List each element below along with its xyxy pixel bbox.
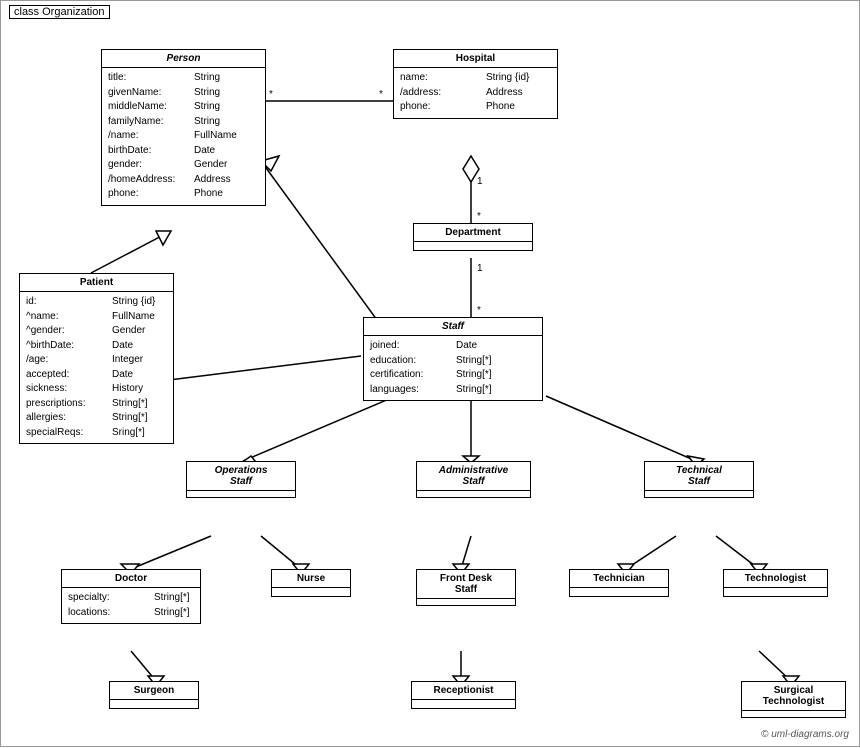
class-technologist-title: Technologist	[724, 570, 827, 588]
class-technical-staff-title: TechnicalStaff	[645, 462, 753, 491]
class-department: Department	[413, 223, 533, 251]
copyright: © uml-diagrams.org	[761, 729, 849, 740]
class-hospital-body: name:String {id} /address:Address phone:…	[394, 68, 557, 118]
class-department-title: Department	[414, 224, 532, 242]
class-receptionist-body	[412, 700, 515, 708]
class-staff-body: joined:Date education:String[*] certific…	[364, 336, 542, 400]
svg-text:1: 1	[477, 176, 483, 187]
class-nurse: Nurse	[271, 569, 351, 597]
class-surgical-technologist-title: SurgicalTechnologist	[742, 682, 845, 711]
class-technologist: Technologist	[723, 569, 828, 597]
class-person-title: Person	[102, 50, 265, 68]
class-front-desk-staff-body	[417, 599, 515, 605]
class-receptionist-title: Receptionist	[412, 682, 515, 700]
class-operations-staff: OperationsStaff	[186, 461, 296, 498]
class-department-body	[414, 242, 532, 250]
class-operations-staff-title: OperationsStaff	[187, 462, 295, 491]
class-staff: Staff joined:Date education:String[*] ce…	[363, 317, 543, 401]
class-operations-staff-body	[187, 491, 295, 497]
class-technologist-body	[724, 588, 827, 596]
svg-text:*: *	[379, 89, 383, 100]
class-administrative-staff-title: AdministrativeStaff	[417, 462, 530, 491]
class-technical-staff: TechnicalStaff	[644, 461, 754, 498]
class-hospital-title: Hospital	[394, 50, 557, 68]
class-person: Person title:String givenName:String mid…	[101, 49, 266, 206]
class-person-body: title:String givenName:String middleName…	[102, 68, 265, 205]
svg-text:*: *	[477, 211, 481, 222]
class-administrative-staff: AdministrativeStaff	[416, 461, 531, 498]
svg-text:*: *	[269, 89, 273, 100]
class-patient: Patient id:String {id} ^name:FullName ^g…	[19, 273, 174, 444]
class-staff-title: Staff	[364, 318, 542, 336]
class-doctor-body: specialty:String[*] locations:String[*]	[62, 588, 200, 623]
class-hospital: Hospital name:String {id} /address:Addre…	[393, 49, 558, 119]
class-front-desk-staff-title: Front DeskStaff	[417, 570, 515, 599]
class-technician-body	[570, 588, 668, 596]
diagram-container: class Organization * * 1 * 1 * * *	[0, 0, 860, 747]
class-surgeon: Surgeon	[109, 681, 199, 709]
class-doctor: Doctor specialty:String[*] locations:Str…	[61, 569, 201, 624]
class-patient-title: Patient	[20, 274, 173, 292]
svg-text:*: *	[477, 305, 481, 316]
class-surgical-technologist: SurgicalTechnologist	[741, 681, 846, 718]
class-front-desk-staff: Front DeskStaff	[416, 569, 516, 606]
class-technical-staff-body	[645, 491, 753, 497]
diagram-title: class Organization	[9, 5, 110, 19]
class-nurse-title: Nurse	[272, 570, 350, 588]
class-surgical-technologist-body	[742, 711, 845, 717]
class-technician: Technician	[569, 569, 669, 597]
class-nurse-body	[272, 588, 350, 596]
class-surgeon-title: Surgeon	[110, 682, 198, 700]
class-surgeon-body	[110, 700, 198, 708]
class-receptionist: Receptionist	[411, 681, 516, 709]
svg-text:1: 1	[477, 263, 483, 274]
class-patient-body: id:String {id} ^name:FullName ^gender:Ge…	[20, 292, 173, 443]
class-technician-title: Technician	[570, 570, 668, 588]
class-doctor-title: Doctor	[62, 570, 200, 588]
class-administrative-staff-body	[417, 491, 530, 497]
